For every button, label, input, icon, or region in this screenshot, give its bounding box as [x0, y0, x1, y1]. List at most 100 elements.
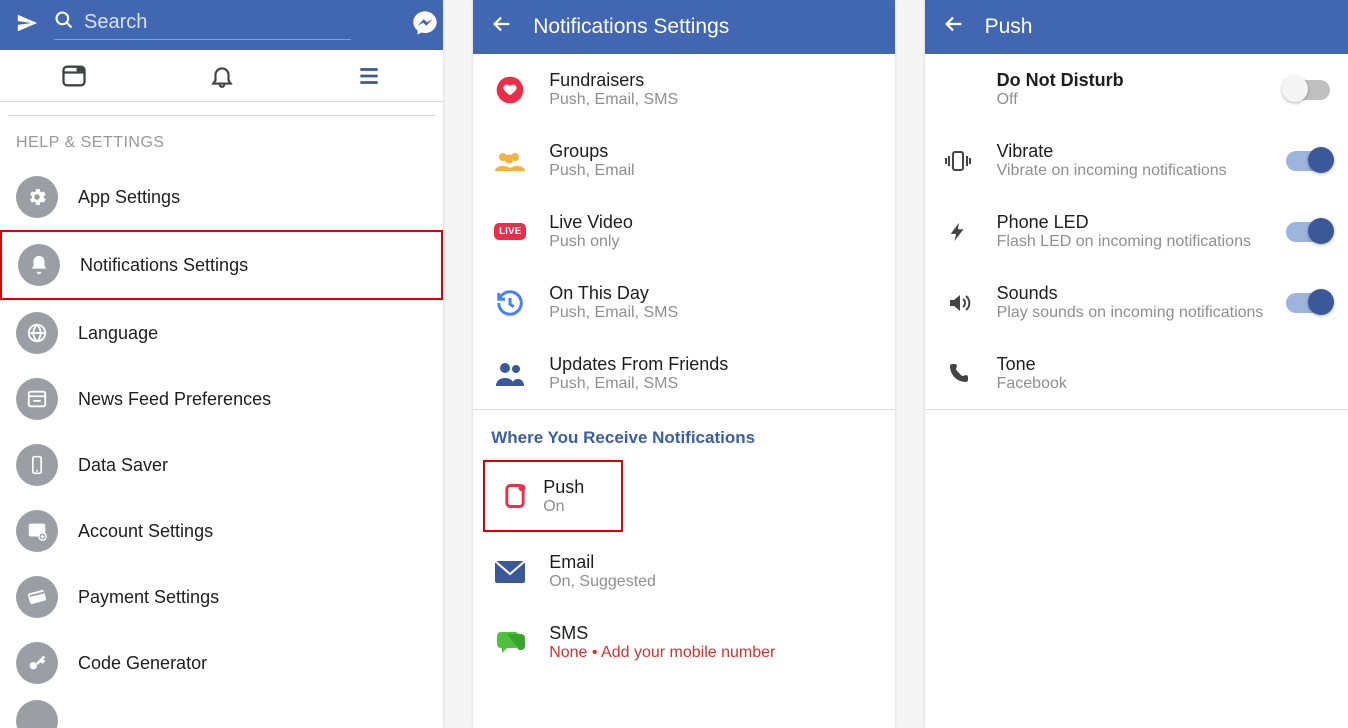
gear-icon — [16, 176, 58, 218]
item-vibrate[interactable]: Vibrate Vibrate on incoming notification… — [925, 125, 1348, 196]
menu-payment-settings[interactable]: Payment Settings — [0, 564, 443, 630]
item-title: Groups — [549, 141, 634, 162]
tab-menu[interactable] — [295, 63, 443, 89]
item-sub: Off — [997, 91, 1124, 109]
menu-data-saver[interactable]: Data Saver — [0, 432, 443, 498]
item-sub: Push, Email — [549, 162, 634, 180]
item-on-this-day[interactable]: On This Day Push, Email, SMS — [473, 267, 894, 338]
where-receive-label: Where You Receive Notifications — [473, 410, 894, 456]
item-groups[interactable]: Groups Push, Email — [473, 125, 894, 196]
item-sub: Push, Email, SMS — [549, 375, 728, 393]
item-fundraisers[interactable]: Fundraisers Push, Email, SMS — [473, 54, 894, 125]
history-icon — [491, 284, 529, 322]
key-icon — [16, 642, 58, 684]
back-icon[interactable] — [943, 13, 965, 41]
item-title: Push — [543, 477, 584, 498]
bell-icon — [18, 244, 60, 286]
menu-more[interactable] — [0, 696, 443, 728]
speaker-icon — [939, 284, 977, 322]
messenger-icon[interactable] — [411, 9, 439, 42]
item-sub: None • Add your mobile number — [549, 644, 775, 662]
item-phone-led[interactable]: Phone LED Flash LED on incoming notifica… — [925, 196, 1348, 267]
item-do-not-disturb[interactable]: Do Not Disturb Off — [925, 54, 1348, 125]
item-sub: Push only — [549, 233, 633, 251]
item-push[interactable]: Push On — [483, 460, 623, 532]
item-sub: Vibrate on incoming notifications — [997, 162, 1227, 180]
globe-icon — [16, 312, 58, 354]
nav-tabs — [0, 50, 443, 102]
vibrate-icon — [939, 142, 977, 180]
item-live-video[interactable]: LIVE Live Video Push only — [473, 196, 894, 267]
header: Notifications Settings — [473, 0, 894, 54]
push-settings-panel: Push Do Not Disturb Off Vibrate Vibrate … — [925, 0, 1348, 728]
phone-icon — [16, 444, 58, 486]
item-email[interactable]: Email On, Suggested — [473, 536, 894, 607]
menu-label: Notifications Settings — [80, 255, 248, 276]
toggle-dnd[interactable] — [1286, 80, 1330, 100]
header-title: Notifications Settings — [533, 15, 729, 39]
phone-call-icon — [939, 355, 977, 393]
toggle-sounds[interactable] — [1286, 293, 1330, 313]
item-title: Sounds — [997, 283, 1264, 304]
item-title: Live Video — [549, 212, 633, 233]
item-tone[interactable]: Tone Facebook — [925, 338, 1348, 409]
item-title: Email — [549, 552, 656, 573]
item-title: Do Not Disturb — [997, 70, 1124, 91]
back-icon[interactable] — [491, 13, 513, 41]
feed-icon — [16, 378, 58, 420]
menu-code-generator[interactable]: Code Generator — [0, 630, 443, 696]
item-title: SMS — [549, 623, 775, 644]
item-title: Phone LED — [997, 212, 1251, 233]
menu-news-feed[interactable]: News Feed Preferences — [0, 366, 443, 432]
item-sub: On, Suggested — [549, 573, 656, 591]
help-settings-header: HELP & SETTINGS — [0, 116, 443, 164]
header-title: Push — [985, 15, 1033, 39]
more-icon — [16, 700, 58, 728]
item-sub: Play sounds on incoming notifications — [997, 304, 1264, 322]
topbar — [0, 0, 443, 50]
search-input[interactable] — [82, 10, 351, 35]
item-sounds[interactable]: Sounds Play sounds on incoming notificat… — [925, 267, 1348, 338]
menu-label: Code Generator — [78, 653, 207, 674]
sms-icon — [491, 624, 529, 662]
item-title: Fundraisers — [549, 70, 678, 91]
fundraisers-icon — [491, 71, 529, 109]
notifications-settings-panel: Notifications Settings Fundraisers Push,… — [473, 0, 894, 728]
item-sub: Flash LED on incoming notifications — [997, 233, 1251, 251]
search-wrap[interactable] — [54, 10, 351, 40]
push-icon — [499, 477, 531, 515]
menu-label: App Settings — [78, 187, 180, 208]
friends-icon — [491, 355, 529, 393]
live-icon: LIVE — [491, 213, 529, 251]
send-icon[interactable] — [16, 12, 38, 39]
tab-feed[interactable] — [0, 62, 148, 90]
menu-label: Payment Settings — [78, 587, 219, 608]
menu-app-settings[interactable]: App Settings — [0, 164, 443, 230]
tab-notifications[interactable] — [148, 63, 296, 89]
card-icon — [16, 576, 58, 618]
item-sub: On — [543, 498, 584, 516]
menu-label: Account Settings — [78, 521, 213, 542]
item-title: On This Day — [549, 283, 678, 304]
item-sms[interactable]: SMS None • Add your mobile number — [473, 607, 894, 678]
item-sub: Push, Email, SMS — [549, 304, 678, 322]
menu-notifications-settings[interactable]: Notifications Settings — [0, 230, 443, 300]
menu-language[interactable]: Language — [0, 300, 443, 366]
menu-label: Language — [78, 323, 158, 344]
item-title: Vibrate — [997, 141, 1227, 162]
menu-account-settings[interactable]: Account Settings — [0, 498, 443, 564]
menu-label: Data Saver — [78, 455, 168, 476]
account-icon — [16, 510, 58, 552]
moon-icon — [939, 71, 977, 109]
item-updates-friends[interactable]: Updates From Friends Push, Email, SMS — [473, 338, 894, 409]
header: Push — [925, 0, 1348, 54]
menu-label: News Feed Preferences — [78, 389, 271, 410]
item-title: Updates From Friends — [549, 354, 728, 375]
toggle-led[interactable] — [1286, 222, 1330, 242]
toggle-vibrate[interactable] — [1286, 151, 1330, 171]
item-sub: Push, Email, SMS — [549, 91, 678, 109]
item-sub: Facebook — [997, 375, 1067, 393]
groups-icon — [491, 142, 529, 180]
settings-panel: HELP & SETTINGS App Settings Notificatio… — [0, 0, 443, 728]
search-icon — [54, 10, 74, 35]
